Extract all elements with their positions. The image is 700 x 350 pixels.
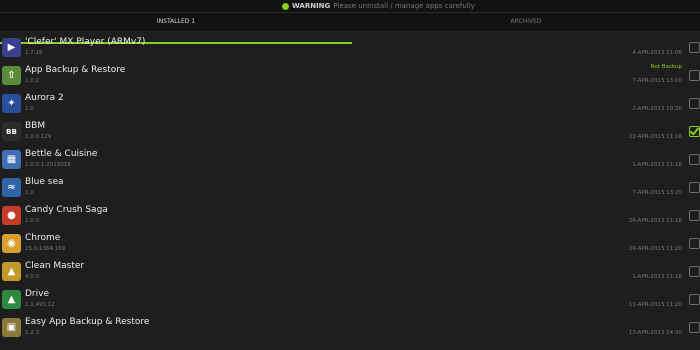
tab-bar: INSTALLED 1 ARCHIVED	[0, 13, 700, 44]
select-checkbox[interactable]	[689, 42, 700, 53]
app-row[interactable]: ▶ 'Clefer' MX Player (ARMv7) 1.7.19 4-APR-2…	[0, 34, 700, 62]
app-version: 1.0	[25, 190, 34, 196]
select-checkbox[interactable]	[689, 154, 700, 165]
broom-icon: ▲	[2, 262, 21, 281]
aurora-icon: ✦	[2, 94, 21, 113]
install-date: 2-APR-2013 10:20	[632, 106, 682, 112]
chrome-icon: ◉	[2, 234, 21, 253]
backup-status: Not Backup	[650, 64, 682, 70]
backup-icon: ⇧	[2, 66, 21, 85]
app-version: 25.0.1364.169	[25, 246, 66, 252]
select-checkbox[interactable]	[689, 70, 700, 81]
app-row[interactable]: ▲ Drive 1.1.491.12 11-APR-2013 11:20	[0, 286, 700, 314]
app-version: 1.0.0.129	[25, 134, 52, 140]
install-date: 11-APR-2013 11:20	[628, 302, 682, 308]
install-date: 7-APR-2013 13:00	[632, 78, 682, 84]
app-name: Blue sea	[25, 177, 64, 187]
sea-icon: ≈	[2, 178, 21, 197]
app-version: 1.2.3	[25, 330, 39, 336]
play-icon: ▶	[2, 38, 21, 57]
warning-icon	[282, 2, 289, 10]
install-date: 13-APR-2013 14:30	[628, 330, 682, 336]
install-date: 1-APR-2013 11:16	[632, 162, 682, 168]
app-name: Aurora 2	[25, 93, 64, 103]
app-name: Bettle & Cuisine	[25, 149, 98, 159]
app-name: Chrome	[25, 233, 61, 243]
app-version: 1.0.0	[25, 218, 39, 224]
app-version: 4.0.0	[25, 274, 39, 280]
tab-installed[interactable]: INSTALLED 1	[0, 13, 352, 29]
app-name: Candy Crush Saga	[25, 205, 108, 215]
app-name: BBM	[25, 121, 46, 131]
warning-text: Please uninstall / manage apps carefully	[333, 2, 475, 10]
app-version: 1.0.2	[25, 78, 39, 84]
install-date: 26-APR-2013 11:16	[628, 218, 682, 224]
app-name: Clean Master	[25, 261, 85, 271]
app-row[interactable]: ⇧ App Backup & Restore 1.0.2 Not Backup 7-AP…	[0, 62, 700, 90]
app-row[interactable]: ≈ Blue sea 1.0 7-APR-2013 13:20	[0, 174, 700, 202]
app-version: 1.7.19	[25, 50, 43, 56]
select-checkbox[interactable]	[689, 98, 700, 109]
app-row[interactable]: ◉ Chrome 25.0.1364.169 26-APR-2013 11:20	[0, 230, 700, 258]
app-version: 1.1.491.12	[25, 302, 55, 308]
app-name: Drive	[25, 289, 49, 299]
warning-banner: WARNING Please uninstall / manage apps c…	[282, 1, 475, 11]
select-checkbox[interactable]	[689, 294, 700, 305]
warning-label: WARNING	[292, 2, 331, 10]
app-row[interactable]: ● Candy Crush Saga 1.0.0 26-APR-2013 11:16	[0, 202, 700, 230]
app-version: 1.0	[25, 106, 34, 112]
select-checkbox[interactable]	[689, 210, 700, 221]
app-version: 1.0.0.1-2013016	[25, 162, 71, 168]
select-checkbox[interactable]	[689, 238, 700, 249]
app-list: ▶ 'Clefer' MX Player (ARMv7) 1.7.19 4-APR-2…	[0, 34, 700, 342]
status-header: WARNING Please uninstall / manage apps c…	[0, 0, 700, 13]
app-row[interactable]: ✦ Aurora 2 1.0 2-APR-2013 10:20	[0, 90, 700, 118]
app-row[interactable]: ▲ Clean Master 4.0.0 1-APR-2013 11:16	[0, 258, 700, 286]
install-date: 7-APR-2013 13:20	[632, 190, 682, 196]
app-name: Easy App Backup & Restore	[25, 317, 150, 327]
calculator-icon: ▦	[2, 150, 21, 169]
install-date: 4-APR-2013 11:06	[632, 50, 682, 56]
bbm-icon: BB	[2, 122, 21, 141]
select-checkbox[interactable]	[689, 322, 700, 333]
app-row[interactable]: BB BBM 1.0.0.129 22-APR-2013 11:16	[0, 118, 700, 146]
install-date: 1-APR-2013 11:16	[632, 274, 682, 280]
app-row[interactable]: ▣ Easy App Backup & Restore 1.2.3 13-APR-20…	[0, 314, 700, 342]
install-date: 22-APR-2013 11:16	[628, 134, 682, 140]
tab-archived[interactable]: ARCHIVED	[352, 13, 700, 29]
select-checkbox[interactable]	[689, 182, 700, 193]
install-date: 26-APR-2013 11:20	[628, 246, 682, 252]
app-name: 'Clefer' MX Player (ARMv7)	[25, 37, 146, 47]
easy-backup-icon: ▣	[2, 318, 21, 337]
drive-icon: ▲	[2, 290, 21, 309]
app-name: App Backup & Restore	[25, 65, 126, 75]
select-checkbox[interactable]	[689, 266, 700, 277]
app-row[interactable]: ▦ Bettle & Cuisine 1.0.0.1-2013016 1-APR-20…	[0, 146, 700, 174]
candy-icon: ●	[2, 206, 21, 225]
select-checkbox[interactable]	[689, 126, 700, 137]
